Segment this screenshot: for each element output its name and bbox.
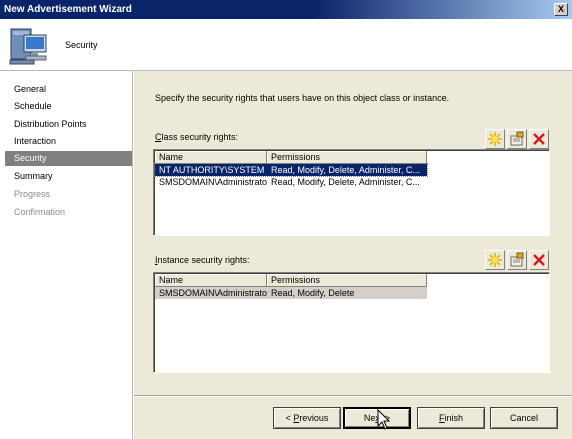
previous-button[interactable]: < Previous	[273, 407, 341, 429]
sidebar-item-distribution-points[interactable]: Distribution Points	[5, 117, 132, 132]
row-name: SMSDOMAIN\Administrator	[159, 288, 267, 298]
close-button[interactable]: X	[554, 3, 568, 16]
computer-icon	[9, 28, 47, 65]
class-properties-button[interactable]	[507, 129, 527, 149]
mouse-cursor-icon	[377, 409, 391, 430]
sidebar-item-summary[interactable]: Summary	[5, 169, 132, 184]
sidebar-item-general[interactable]: General	[5, 82, 132, 97]
wizard-content: Specify the security rights that users h…	[134, 71, 572, 439]
class-rights-list[interactable]: Name Permissions NT AUTHORITY\SYSTEM Rea…	[153, 149, 550, 236]
sidebar-item-progress: Progress	[14, 189, 51, 199]
title-bar: New Advertisement Wizard X	[0, 0, 572, 19]
column-header-permissions[interactable]: Permissions	[267, 274, 427, 287]
class-security-label: Class security rights:	[155, 132, 238, 142]
wizard-steps-sidebar: General Schedule Distribution Points Int…	[5, 71, 133, 439]
table-row[interactable]: SMSDOMAIN\Administrator Read, Modify, De…	[155, 287, 427, 299]
table-row[interactable]: NT AUTHORITY\SYSTEM Read, Modify, Delete…	[154, 163, 428, 177]
button-separator	[134, 395, 572, 397]
new-icon	[488, 253, 502, 267]
sidebar-item-security[interactable]: Security	[5, 151, 132, 166]
instance-add-button[interactable]	[485, 250, 505, 270]
sidebar-item-schedule[interactable]: Schedule	[5, 99, 132, 114]
row-name: SMSDOMAIN\Administrator	[159, 177, 267, 187]
instance-properties-button[interactable]	[507, 250, 527, 270]
new-icon	[488, 132, 502, 146]
window-title: New Advertisement Wizard	[4, 4, 132, 15]
page-title: Security	[65, 40, 98, 50]
properties-icon	[510, 252, 524, 267]
class-list-header: Name Permissions	[155, 151, 427, 164]
row-permissions: Read, Modify, Delete	[271, 288, 355, 298]
properties-icon	[510, 131, 524, 146]
column-header-permissions[interactable]: Permissions	[267, 151, 427, 164]
row-permissions: Read, Modify, Delete, Administer, C...	[271, 177, 420, 187]
delete-icon	[533, 133, 545, 145]
class-delete-button[interactable]	[529, 129, 549, 149]
table-row[interactable]: SMSDOMAIN\Administrator Read, Modify, De…	[155, 176, 427, 188]
column-header-name[interactable]: Name	[155, 274, 267, 287]
column-header-name[interactable]: Name	[155, 151, 267, 164]
instance-label-text: nstance security rights:	[157, 255, 250, 265]
instance-delete-button[interactable]	[529, 250, 549, 270]
previous-label-rest: revious	[299, 413, 329, 423]
instance-rights-list[interactable]: Name Permissions SMSDOMAIN\Administrator…	[153, 272, 550, 373]
sidebar-item-confirmation: Confirmation	[14, 207, 66, 217]
delete-icon	[533, 254, 545, 266]
next-label-prefix: Ne	[363, 413, 376, 423]
class-label-text: lass security rights:	[161, 132, 239, 142]
finish-button[interactable]: Finish	[417, 407, 485, 429]
cancel-button[interactable]: Cancel	[490, 407, 558, 429]
page-description: Specify the security rights that users h…	[155, 93, 450, 103]
instance-security-label: Instance security rights:	[155, 255, 250, 265]
finish-label-rest: inish	[444, 413, 463, 423]
row-name: NT AUTHORITY\SYSTEM	[159, 165, 265, 175]
sidebar-item-interaction[interactable]: Interaction	[5, 134, 132, 149]
row-permissions: Read, Modify, Delete, Administer, C...	[271, 165, 420, 175]
instance-list-header: Name Permissions	[155, 274, 427, 287]
wizard-header: Security	[0, 19, 572, 71]
class-add-button[interactable]	[485, 129, 505, 149]
